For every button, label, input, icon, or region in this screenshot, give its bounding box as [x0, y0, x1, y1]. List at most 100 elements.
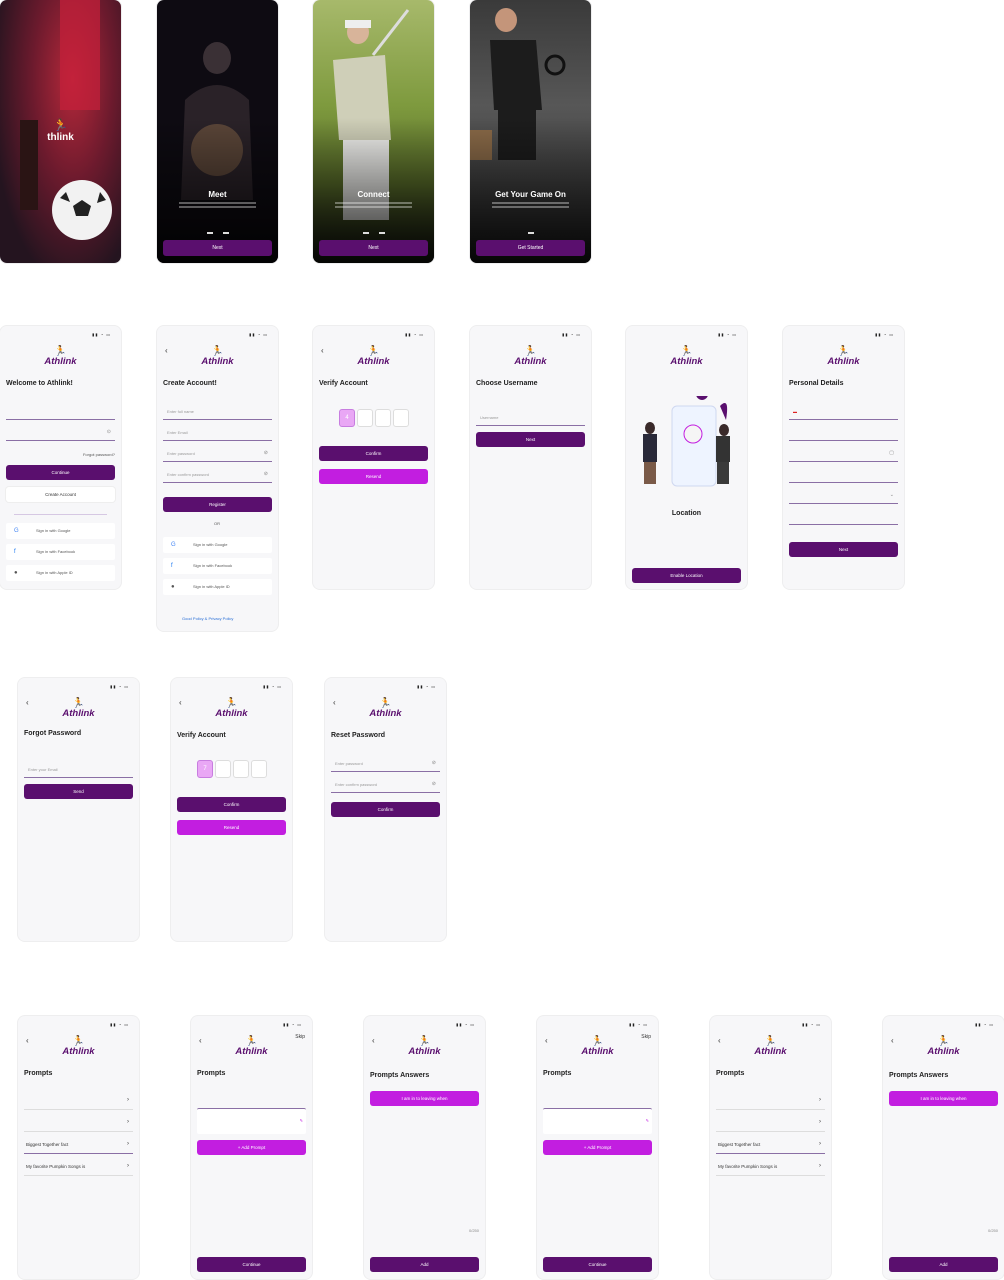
prompt-row[interactable]: › — [716, 1114, 825, 1132]
next-button[interactable]: Next — [476, 432, 585, 447]
location-screen: ▮▮ ◔ ▭ 🏃 Athlink Location Enable Locatio… — [626, 326, 747, 589]
prompts-answers-screen: ▮▮ ◔ ▭ ‹ 🏃 Athlink Prompts Answers I am … — [364, 1016, 485, 1279]
verify-account-screen-2: ▮▮ ◔ ▭ ‹ 🏃 Athlink Verify Account 7 Conf… — [171, 678, 292, 941]
otp-digit-3[interactable] — [375, 409, 391, 427]
status-bar: ▮▮ ◔ ▭ — [417, 684, 436, 689]
add-prompt-button[interactable]: + Add Prompt — [197, 1140, 306, 1155]
confirm-button[interactable]: Confirm — [177, 797, 286, 812]
prompt-row[interactable]: Biggest Together fact › — [24, 1136, 133, 1154]
chevron-down-icon[interactable]: ⌄ — [890, 488, 894, 503]
enable-location-button[interactable]: Enable Location — [632, 568, 741, 583]
eye-icon[interactable]: ⊘ — [432, 777, 436, 792]
create-account-screen: ▮▮ ◔ ▭ ‹ 🏃 Athlink Create Account! Enter… — [157, 326, 278, 631]
email-field[interactable]: Enter your Email — [24, 762, 133, 778]
status-bar: ▮▮ ◔ ▭ — [110, 1022, 129, 1027]
page-title: Prompts — [197, 1070, 226, 1077]
confirm-password-field[interactable]: Enter confirm password ⊘ — [163, 467, 272, 483]
otp-digit-2[interactable] — [357, 409, 373, 427]
chevron-right-icon: › — [819, 1141, 821, 1147]
phone-field[interactable]: ▬ — [789, 404, 898, 420]
otp-digit-4[interactable] — [251, 760, 267, 778]
prompt-row[interactable]: My favorite Pumpkin Songs is › — [24, 1158, 133, 1176]
next-button[interactable]: Next — [319, 240, 428, 256]
eye-icon[interactable]: ⊘ — [264, 467, 268, 482]
prompt-row[interactable]: › — [716, 1092, 825, 1110]
username-field[interactable]: Username — [476, 410, 585, 426]
continue-button[interactable]: Continue — [543, 1257, 652, 1272]
gender-field[interactable]: ⌄ — [789, 488, 898, 504]
calendar-icon[interactable]: ▢ — [889, 446, 894, 461]
add-prompt-button[interactable]: + Add Prompt — [543, 1140, 652, 1155]
flag-icon: ▬ — [793, 409, 797, 414]
status-bar: ▮▮ ◔ ▭ — [263, 684, 282, 689]
terms-link[interactable]: Good Policy & Privacy Policy — [182, 616, 233, 621]
next-button[interactable]: Next — [789, 542, 898, 557]
otp-digit-1[interactable]: 7 — [197, 760, 213, 778]
height-field[interactable] — [789, 467, 898, 483]
prompt-label: My favorite Pumpkin Songs is — [718, 1164, 778, 1169]
continue-button[interactable]: Continue — [6, 465, 115, 480]
confirm-button[interactable]: Confirm — [331, 802, 440, 817]
page-title: Prompts — [716, 1070, 745, 1077]
logo-text: Athlink — [369, 708, 402, 719]
eye-icon[interactable]: ⊘ — [432, 756, 436, 771]
email-field[interactable]: Enter Email — [163, 425, 272, 441]
confirm-password-field[interactable]: Enter confirm password ⊘ — [331, 777, 440, 793]
otp-digit-4[interactable] — [393, 409, 409, 427]
send-button[interactable]: Send — [24, 784, 133, 799]
otp-digit-1[interactable]: 4 — [339, 409, 355, 427]
app-logo: 🏃 Athlink — [0, 346, 121, 367]
prompt-chip[interactable]: I am in to leaving when — [370, 1091, 479, 1106]
date-of-birth-field[interactable]: ▢ — [789, 446, 898, 462]
otp-digit-3[interactable] — [233, 760, 249, 778]
app-logo: 🏃 Athlink — [537, 1036, 658, 1057]
google-signin-button[interactable]: G Sign in with Google — [6, 523, 115, 539]
create-account-button[interactable]: Create Account — [6, 487, 115, 502]
confirm-placeholder: Enter confirm password — [335, 782, 378, 787]
forgot-password-link[interactable]: Forgot password? — [83, 452, 115, 457]
runner-icon: 🏃 — [53, 118, 68, 132]
edit-icon[interactable]: ✎ — [646, 1118, 649, 1123]
app-logo: 🏃 Athlink — [364, 1036, 485, 1057]
add-button[interactable]: Add — [370, 1257, 479, 1272]
chevron-right-icon: › — [819, 1097, 821, 1103]
google-icon: G — [14, 528, 19, 534]
prompt-card[interactable]: ✎ — [197, 1108, 306, 1134]
password-field[interactable]: Enter password ⊘ — [331, 756, 440, 772]
bio-field[interactable] — [789, 509, 898, 525]
email-field[interactable] — [6, 404, 115, 420]
full-name-field[interactable]: Enter full name — [163, 404, 272, 420]
otp-digit-2[interactable] — [215, 760, 231, 778]
app-logo: 🏃 Athlink — [18, 1036, 139, 1057]
confirm-button[interactable]: Confirm — [319, 446, 428, 461]
register-button[interactable]: Register — [163, 497, 272, 512]
forgot-password-screen: ▮▮ ◔ ▭ ‹ 🏃 Athlink Forgot Password Enter… — [18, 678, 139, 941]
password-field[interactable]: Enter password ⊘ — [163, 446, 272, 462]
splash-logo: 🏃 thlink — [0, 118, 121, 143]
prompt-row[interactable]: › — [24, 1114, 133, 1132]
logo-text: Athlink — [201, 356, 234, 367]
get-started-button[interactable]: Get Started — [476, 240, 585, 256]
prompt-row[interactable]: › — [24, 1092, 133, 1110]
prompt-chip[interactable]: I am in to leaving when — [889, 1091, 998, 1106]
prompt-row[interactable]: Biggest Together fact › — [716, 1136, 825, 1154]
prompt-row[interactable]: My favorite Pumpkin Songs is › — [716, 1158, 825, 1176]
eye-icon[interactable]: ⊙ — [107, 425, 111, 440]
password-field[interactable]: ⊙ — [6, 425, 115, 441]
edit-icon[interactable]: ✎ — [300, 1118, 303, 1123]
facebook-signin-button[interactable]: f Sign in with Facebook — [163, 558, 272, 574]
eye-icon[interactable]: ⊘ — [264, 446, 268, 461]
prompt-card[interactable]: ✎ — [543, 1108, 652, 1134]
google-signin-button[interactable]: G Sign in with Google — [163, 537, 272, 553]
prompts-edit-screen: ▮▮ ◔ ▭ ‹ Skip 🏃 Athlink Prompts ✎ + Add … — [191, 1016, 312, 1279]
next-button[interactable]: Next — [163, 240, 272, 256]
logo-text: Athlink — [357, 356, 390, 367]
apple-signin-button[interactable]: ● Sign in with Apple ID — [6, 565, 115, 581]
resend-button[interactable]: Resend — [319, 469, 428, 484]
continue-button[interactable]: Continue — [197, 1257, 306, 1272]
resend-button[interactable]: Resend — [177, 820, 286, 835]
language-field[interactable] — [789, 425, 898, 441]
apple-signin-button[interactable]: ● Sign in with Apple ID — [163, 579, 272, 595]
facebook-signin-button[interactable]: f Sign in with Facebook — [6, 544, 115, 560]
add-button[interactable]: Add — [889, 1257, 998, 1272]
